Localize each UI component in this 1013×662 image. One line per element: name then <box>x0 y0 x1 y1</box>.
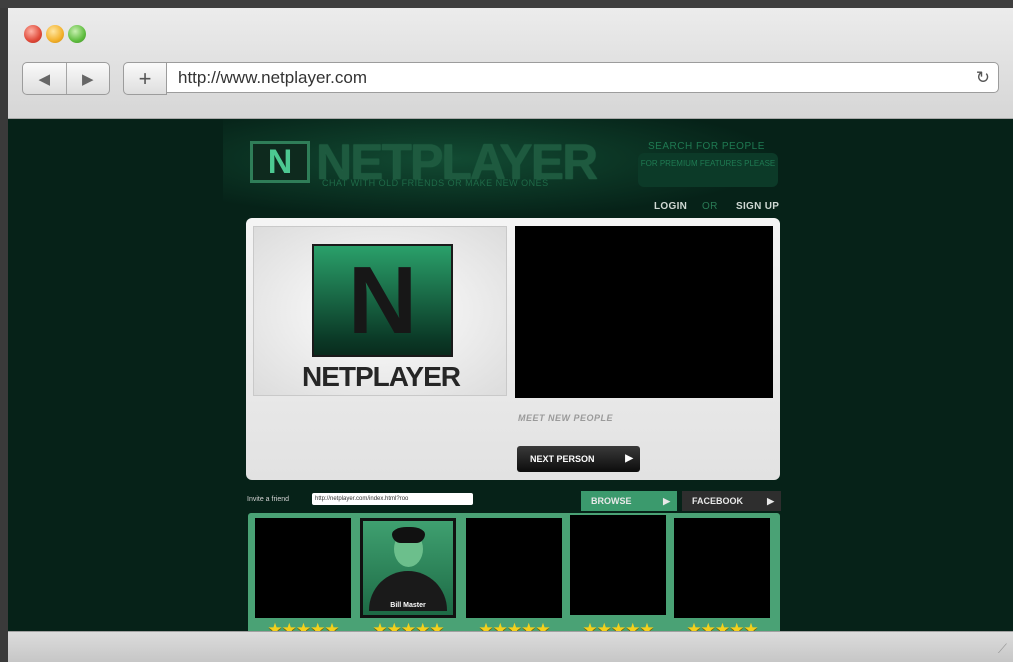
tab-facebook-label: FACEBOOK <box>692 496 744 506</box>
partner-video <box>515 226 773 398</box>
premium-features-box[interactable]: FOR PREMIUM FEATURES PLEASE <box>638 153 778 187</box>
reload-icon[interactable]: ↻ <box>976 63 990 92</box>
next-person-button[interactable]: NEXT PERSON ▶ <box>517 446 640 472</box>
people-grid: ★★★★★ Bill Master ★★★★★ ★★★★★ ★★★★★ ★★★★… <box>248 513 780 631</box>
invite-link-field[interactable] <box>312 493 473 505</box>
rating-stars[interactable]: ★★★★★ <box>674 621 770 631</box>
zoom-window-button[interactable] <box>68 25 86 43</box>
rating-stars[interactable]: ★★★★★ <box>466 621 562 631</box>
signup-link[interactable]: SIGN UP <box>736 201 779 212</box>
search-people-link[interactable]: SEARCH FOR PEOPLE <box>648 141 765 152</box>
forward-arrow-icon[interactable]: ▶ <box>65 63 110 94</box>
avatar: Bill Master <box>363 521 453 615</box>
login-link[interactable]: LOGIN <box>654 201 687 212</box>
emblem-label: NETPLAYER <box>301 361 461 392</box>
rating-stars[interactable]: ★★★★★ <box>570 621 666 631</box>
browser-toolbar: ◀ ▶ + http://www.netplayer.com ↻ <box>8 8 1013 119</box>
site-tagline: CHAT WITH OLD FRIENDS OR MAKE NEW ONES <box>322 178 549 188</box>
minimize-window-button[interactable] <box>46 25 64 43</box>
or-label: OR <box>702 201 718 212</box>
tab-facebook[interactable]: FACEBOOK ▶ <box>682 491 781 511</box>
invite-friend-label: Invite a friend <box>247 496 290 503</box>
resize-grip-icon[interactable]: ⟋ <box>998 641 1007 657</box>
close-window-button[interactable] <box>24 25 42 43</box>
avatar-hair <box>392 527 425 543</box>
browser-window: ◀ ▶ + http://www.netplayer.com ↻ N NETPL… <box>8 8 1013 662</box>
plus-icon[interactable]: + <box>123 62 167 95</box>
next-person-label: NEXT PERSON <box>530 454 595 464</box>
back-arrow-icon[interactable]: ◀ <box>23 63 66 94</box>
web-page: N NETPLAYER CHAT WITH OLD FRIENDS OR MAK… <box>8 119 1013 631</box>
person-thumbnail[interactable] <box>466 518 562 618</box>
chat-panel: N NETPLAYER MEET NEW PEOPLE NEXT PERSON … <box>246 218 780 480</box>
rating-stars[interactable]: ★★★★★ <box>255 621 351 631</box>
person-thumbnail[interactable] <box>674 518 770 618</box>
tab-browse-label: BROWSE <box>591 496 632 506</box>
self-video-placeholder: N NETPLAYER <box>253 226 507 396</box>
person-thumbnail[interactable] <box>255 518 351 618</box>
play-arrow-icon: ▶ <box>625 453 633 464</box>
person-thumbnail[interactable]: Bill Master <box>360 518 456 618</box>
screen-top-bar <box>0 0 1013 8</box>
tab-facebook-arrow-icon: ▶ <box>767 496 774 506</box>
meet-new-people-label: MEET NEW PEOPLE <box>518 413 614 423</box>
site-logo-icon[interactable]: N <box>250 141 310 183</box>
tab-browse-arrow-icon: ▶ <box>663 496 670 506</box>
person-thumbnail[interactable] <box>570 515 666 615</box>
netplayer-emblem-icon: N <box>312 244 453 357</box>
navigation-buttons: ◀ ▶ <box>22 62 110 95</box>
tab-browse[interactable]: BROWSE ▶ <box>581 491 677 511</box>
address-bar[interactable]: http://www.netplayer.com ↻ <box>166 62 999 93</box>
browser-status-bar: ⟋ <box>8 631 1013 662</box>
person-name: Bill Master <box>390 602 426 609</box>
url-text: http://www.netplayer.com <box>178 68 367 87</box>
rating-stars[interactable]: ★★★★★ <box>360 621 456 631</box>
